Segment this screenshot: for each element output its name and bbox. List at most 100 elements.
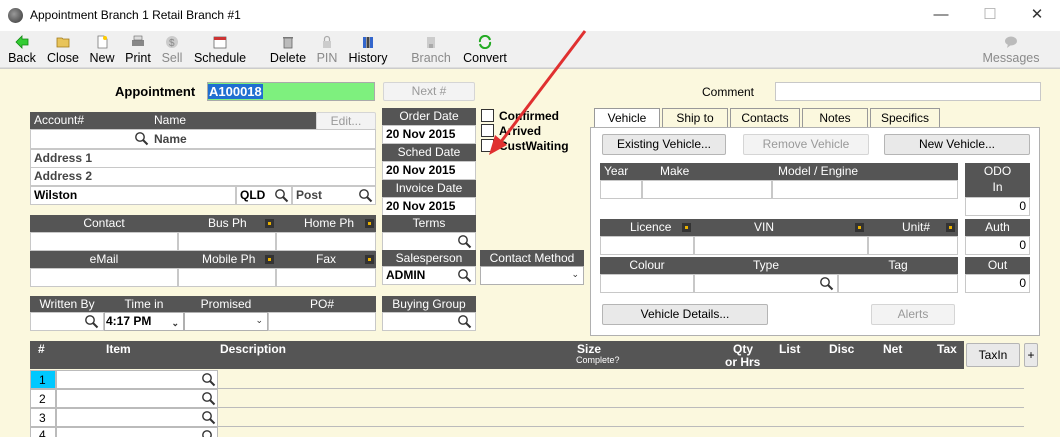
written-by-input[interactable] — [30, 312, 104, 331]
magnifier-icon[interactable] — [457, 314, 472, 329]
add-column-button[interactable]: + — [1024, 343, 1038, 367]
buying-group-input[interactable] — [382, 312, 476, 331]
maximize-button[interactable]: ☐ — [975, 5, 1005, 25]
schedule-button[interactable]: Schedule — [192, 33, 248, 67]
existing-vehicle-button[interactable]: Existing Vehicle... — [602, 134, 726, 155]
magnifier-icon[interactable] — [201, 429, 216, 437]
name-input[interactable]: Name — [30, 129, 376, 149]
item-input[interactable] — [56, 370, 218, 389]
type-input[interactable] — [694, 274, 838, 293]
row-number[interactable]: 1 — [30, 370, 56, 389]
address1-input[interactable]: Address 1 — [30, 149, 376, 168]
fax-lookup-icon[interactable] — [365, 255, 374, 264]
comment-input[interactable] — [775, 82, 1041, 101]
tab-contacts[interactable]: Contacts — [730, 108, 800, 127]
vin-lookup-icon[interactable] — [855, 223, 864, 232]
magnifier-icon[interactable] — [457, 268, 472, 283]
edit-account-button[interactable]: Edit... — [316, 112, 376, 130]
grid-col-description: Description — [220, 342, 287, 356]
row-number[interactable]: 2 — [30, 389, 56, 408]
new-vehicle-button[interactable]: New Vehicle... — [884, 134, 1030, 155]
tab-specifics[interactable]: Specifics — [870, 108, 940, 127]
annotation-arrow-icon — [489, 30, 587, 155]
magnifier-icon[interactable] — [84, 314, 99, 329]
time-in-select[interactable]: 4:17 PM ⌄ — [104, 312, 184, 331]
make-input[interactable] — [642, 180, 772, 199]
home-ph-lookup-icon[interactable] — [365, 219, 374, 228]
sched-date-input[interactable]: 20 Nov 2015 — [382, 161, 476, 180]
grid-col-size: Size — [577, 342, 602, 356]
tab-notes[interactable]: Notes — [802, 108, 868, 127]
promised-select[interactable]: ⌄ — [184, 312, 268, 331]
odo-in-input[interactable]: 0 — [965, 197, 1030, 216]
item-input[interactable] — [56, 408, 218, 427]
home-ph-input[interactable] — [276, 232, 376, 251]
tab-ship-to[interactable]: Ship to — [662, 108, 728, 127]
delete-button[interactable]: Delete — [268, 33, 308, 67]
magnifier-icon[interactable] — [134, 131, 149, 146]
taxin-button[interactable]: TaxIn — [966, 343, 1020, 367]
close-button[interactable]: Close — [44, 33, 82, 67]
magnifier-icon[interactable] — [201, 372, 216, 387]
address2-input[interactable]: Address 2 — [30, 167, 376, 186]
unit-lookup-icon[interactable] — [946, 223, 955, 232]
city-input[interactable]: Wilston — [30, 186, 236, 205]
vin-input[interactable] — [694, 236, 868, 255]
minimize-button[interactable]: — — [926, 5, 956, 25]
grid-col-qty-hrs: or Hrs — [725, 355, 761, 369]
pin-button[interactable]: PIN — [314, 33, 340, 67]
item-input[interactable] — [56, 427, 218, 437]
bus-ph-input[interactable] — [178, 232, 276, 251]
mobile-ph-header: Mobile Ph — [178, 251, 276, 268]
vehicle-details-button[interactable]: Vehicle Details... — [602, 304, 768, 325]
bus-ph-lookup-icon[interactable] — [265, 219, 274, 228]
auth-input[interactable]: 0 — [965, 236, 1030, 255]
print-button[interactable]: Print — [122, 33, 154, 67]
post-input[interactable]: Post — [292, 186, 376, 205]
item-input[interactable] — [56, 389, 218, 408]
terms-input[interactable] — [382, 232, 476, 251]
back-button[interactable]: Back — [6, 33, 38, 67]
order-date-input[interactable]: 20 Nov 2015 — [382, 125, 476, 144]
contact-method-select[interactable]: ⌄ — [480, 266, 584, 285]
fax-input[interactable] — [276, 268, 376, 287]
magnifier-icon[interactable] — [358, 188, 373, 203]
grid-col-num: # — [38, 342, 45, 356]
licence-input[interactable] — [600, 236, 694, 255]
mobile-ph-lookup-icon[interactable] — [265, 255, 274, 264]
branch-button[interactable]: Branch — [409, 33, 453, 67]
state-input[interactable]: QLD — [236, 186, 292, 205]
email-input[interactable] — [30, 268, 178, 287]
appointment-number-field[interactable]: A100018 — [207, 82, 375, 101]
salesperson-input[interactable]: ADMIN — [382, 266, 476, 285]
magnifier-icon[interactable] — [819, 276, 834, 291]
tab-vehicle[interactable]: Vehicle — [594, 108, 660, 128]
magnifier-icon[interactable] — [201, 410, 216, 425]
next-number-button[interactable]: Next # — [383, 82, 475, 101]
new-button[interactable]: New — [88, 33, 116, 67]
year-input[interactable] — [600, 180, 642, 199]
row-number[interactable]: 3 — [30, 408, 56, 427]
close-window-button[interactable]: ✕ — [1022, 5, 1052, 25]
back-arrow-icon — [15, 35, 29, 49]
mobile-ph-input[interactable] — [178, 268, 276, 287]
magnifier-icon[interactable] — [201, 391, 216, 406]
unit-input[interactable] — [868, 236, 958, 255]
dollar-icon: $ — [166, 36, 178, 49]
magnifier-icon[interactable] — [457, 234, 472, 249]
po-input[interactable] — [268, 312, 376, 331]
row-number[interactable]: 4 — [30, 427, 56, 437]
licence-lookup-icon[interactable] — [682, 223, 691, 232]
invoice-date-input[interactable]: 20 Nov 2015 — [382, 197, 476, 216]
sell-button[interactable]: $ Sell — [159, 33, 185, 67]
magnifier-icon[interactable] — [274, 188, 289, 203]
alerts-button[interactable]: Alerts — [871, 304, 955, 325]
remove-vehicle-button[interactable]: Remove Vehicle — [743, 134, 869, 155]
colour-input[interactable] — [600, 274, 694, 293]
history-button[interactable]: History — [346, 33, 390, 67]
contact-input[interactable] — [30, 232, 178, 251]
tag-input[interactable] — [838, 274, 958, 293]
messages-button[interactable]: Messages — [980, 33, 1042, 67]
model-engine-input[interactable] — [772, 180, 958, 199]
out-input[interactable]: 0 — [965, 274, 1030, 293]
